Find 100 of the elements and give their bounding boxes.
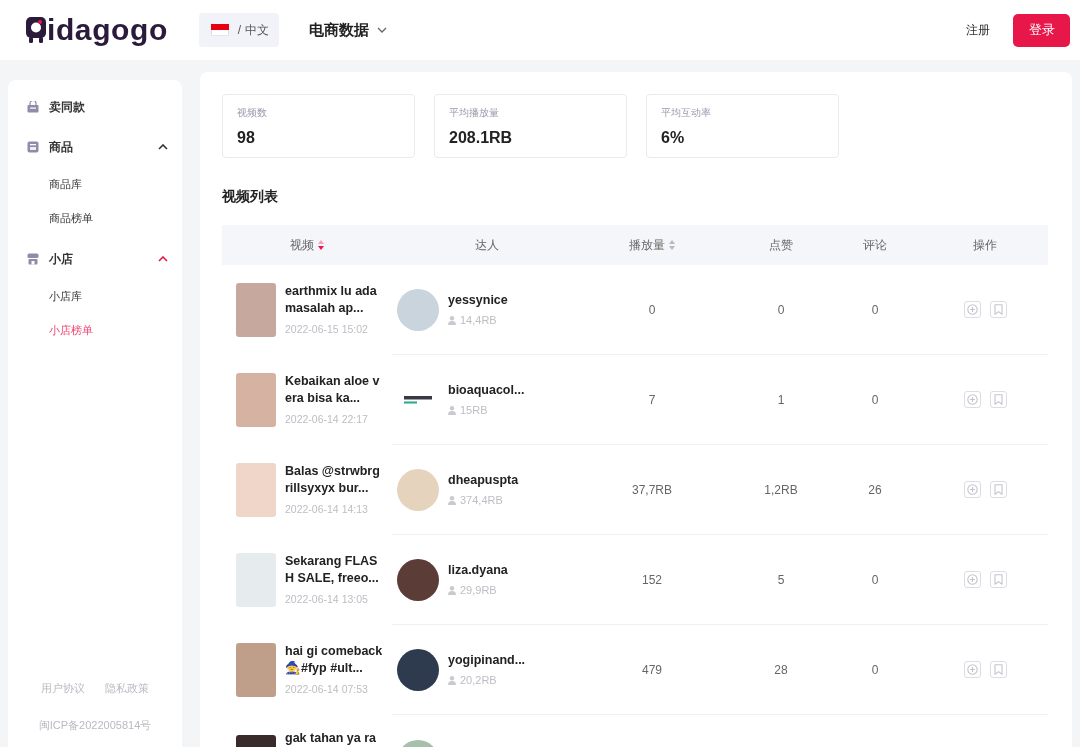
stat-value: 98 [237,128,255,148]
column-header[interactable]: 播放量 [629,236,675,254]
sidebar-subitem[interactable]: 小店榜单 [8,313,93,347]
plus-circle-icon [966,304,978,315]
comment-count: 0 [871,662,879,677]
flag-icon [210,24,229,36]
add-button[interactable] [963,391,981,408]
stat-label: 平均互动率 [661,106,711,120]
fans-count: 374,4RB [460,492,503,508]
video-title: Kebaikan aloe vera bisa ka... [285,373,381,407]
person-icon [448,675,456,685]
stat-label: 视频数 [237,106,267,120]
thumbnail-placeholder [236,373,276,427]
like-count: 0 [777,302,785,317]
like-count: 28 [774,662,788,677]
store-icon [27,253,39,265]
column-header: 达人 [475,236,499,254]
bookmark-icon [993,664,1003,675]
comment-count: 0 [871,572,879,587]
play-count: 0 [648,302,656,317]
bookmark-icon [993,304,1003,315]
bookmark-button[interactable] [989,661,1007,678]
box-icon [27,141,39,153]
bookmark-icon [993,574,1003,585]
avatar-placeholder [397,558,439,601]
video-date: 2022-06-14 07:53 [285,682,368,697]
video-title: hai gi comeback🧙#fyp #ult... [285,643,383,677]
like-count: 5 [777,572,785,587]
bookmark-button[interactable] [989,481,1007,498]
play-count: 152 [642,572,662,587]
avatar-placeholder [397,468,439,511]
column-header: 点赞 [769,236,793,254]
sidebar-item[interactable]: 小店 [8,239,182,279]
video-date: 2022-06-14 22:17 [285,412,368,427]
person-icon [448,315,456,325]
stat-value: 6% [661,128,685,148]
add-button[interactable] [963,481,981,498]
plus-circle-icon [966,394,978,405]
add-button[interactable] [963,571,981,588]
avatar-placeholder [397,288,439,331]
sidebar-item[interactable]: 商品 [8,127,182,167]
video-title: Sekarang FLASH SALE, freeo... [285,553,380,587]
fans-count: 29,9RB [460,582,497,598]
column-header: 评论 [863,236,887,254]
thumbnail-placeholder [236,463,276,517]
like-count: 1 [777,392,785,407]
stat-value: 208.1RB [449,128,513,148]
creator-name: dheapuspta [448,471,519,489]
person-icon [448,405,456,415]
bookmark-button[interactable] [989,301,1007,318]
video-title: earthmix lu ada masalah ap... [285,283,378,317]
play-count: 7 [648,392,656,407]
register-link[interactable]: 注册 [966,21,990,39]
column-header[interactable]: 视频 [290,236,324,254]
stat-label: 平均播放量 [449,106,499,120]
plus-circle-icon [966,664,978,675]
play-count: 479 [642,662,662,677]
language-selector[interactable]: / 中文 [198,13,279,47]
comment-count: 26 [868,482,882,497]
chevron-down-icon [376,27,387,33]
add-button[interactable] [963,661,981,678]
sidebar-item[interactable]: 卖同款 [8,87,182,127]
plus-circle-icon [966,484,978,495]
video-title: gak tahan ya ra [285,730,377,747]
logo-text[interactable]: idagogo [47,13,168,47]
logo-mark-icon[interactable] [26,17,46,43]
bookmark-icon [993,394,1003,405]
comment-count: 0 [871,392,879,407]
creator-name: yessynice [448,291,508,309]
comment-count: 0 [871,302,879,317]
nav-menu[interactable]: 电商数据 [308,20,387,40]
bookmark-button[interactable] [989,391,1007,408]
brand-logo [404,395,432,404]
bookmark-button[interactable] [989,571,1007,588]
video-date: 2022-06-15 15:02 [285,322,368,337]
avatar-placeholder [397,648,439,691]
play-count: 37,7RB [632,482,672,497]
icp-text: 闽ICP备2022005814号 [38,718,152,733]
thumbnail-placeholder [236,553,276,607]
fans-count: 15RB [460,402,488,418]
video-date: 2022-06-14 13:05 [285,592,368,607]
video-title: Balas @strwbrgrillsyxyx bur... [285,463,381,497]
add-button[interactable] [963,301,981,318]
section-title: 视频列表 [222,188,278,205]
bag-icon [27,101,39,113]
sidebar-subitem[interactable]: 商品库 [8,167,82,201]
thumbnail-placeholder [236,643,276,697]
fans-count: 20,2RB [460,672,497,688]
plus-circle-icon [966,574,978,585]
person-icon [448,585,456,595]
like-count: 1,2RB [764,482,798,497]
sidebar-subitem[interactable]: 商品榜单 [8,201,93,235]
creator-name: yogipinand... [448,651,526,669]
login-button[interactable]: 登录 [1013,13,1070,47]
thumbnail-placeholder [236,735,276,747]
sidebar-subitem[interactable]: 小店库 [8,279,82,313]
creator-name: bioaquacol... [448,381,525,399]
video-date: 2022-06-14 14:13 [285,502,368,517]
bookmark-icon [993,484,1003,495]
person-icon [448,495,456,505]
